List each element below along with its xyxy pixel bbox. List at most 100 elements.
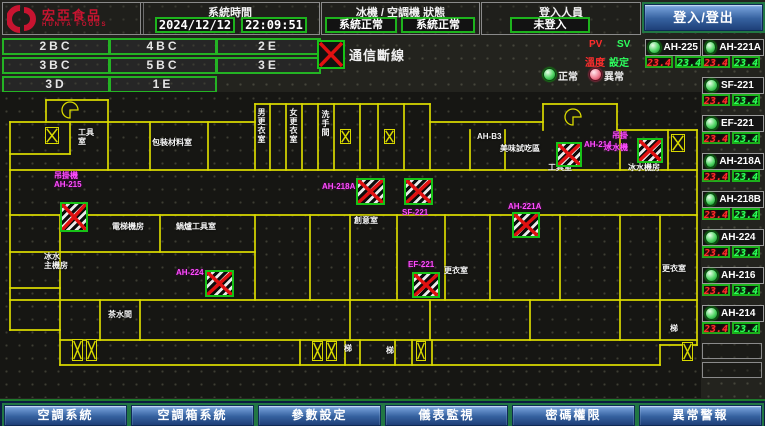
stair-icon [45, 127, 59, 144]
device-sv-value: 23.4 [732, 56, 760, 68]
normal-legend-led [543, 68, 556, 81]
floor-button-3d[interactable]: 3D [2, 76, 110, 93]
device-sv-value: 23.4 [732, 132, 760, 144]
room-label: 茶水間 [108, 310, 132, 319]
stair-icon [340, 129, 351, 144]
device-empty-slot [702, 343, 762, 359]
room-label: AH-B3 [477, 132, 501, 141]
device-name-label: AH-218B [719, 194, 761, 205]
comm-fail-equipment-icon[interactable] [60, 202, 88, 232]
room-label: 創意室 [354, 216, 378, 225]
device-ah-221a[interactable]: AH-221A [702, 39, 764, 56]
device-status-led [705, 231, 718, 244]
device-ah-225[interactable]: AH-225 [645, 39, 701, 56]
device-name-label: AH-221A [719, 42, 761, 53]
device-name-label: AH-218A [719, 156, 761, 167]
sv-header-label: SV [617, 39, 630, 50]
room-label: 鍋爐工具室 [176, 222, 216, 231]
chiller-ahu-status-panel: 冰機 / 空調機 狀態 系統正常 系統正常 [321, 2, 480, 35]
abnormal-legend-led [589, 68, 602, 81]
device-values: 23.423.4 [702, 132, 760, 144]
device-ah-218b[interactable]: AH-218B [702, 191, 764, 208]
equipment-label: AH-215 [54, 180, 82, 189]
floor-button-4bc[interactable]: 4BC [109, 38, 217, 55]
room-label: 梯 [344, 344, 352, 353]
hunya-logo-icon [7, 5, 37, 33]
floor-button-2bc[interactable]: 2BC [2, 38, 110, 55]
hmi-screen: 宏亞食品 HUNYA FOODS 系統時間 2024/12/12 22:09:5… [0, 0, 765, 426]
device-ah-218a[interactable]: AH-218A [702, 153, 764, 170]
abnormal-legend-label: 異常 [604, 68, 624, 83]
device-values: 23.423.4 [702, 208, 760, 220]
stair-icon [682, 342, 693, 361]
stairwell-icon [62, 102, 78, 118]
room-label: 冰水機房 [628, 163, 660, 172]
device-status-led [648, 41, 661, 54]
stair-icon [326, 341, 337, 361]
device-name-label: AH-216 [721, 270, 755, 281]
comm-fail-legend-icon [317, 40, 345, 69]
device-sv-value: 23.4 [732, 94, 760, 106]
nav-button-2[interactable]: 空調箱系統 [131, 405, 254, 426]
device-sf-221[interactable]: SF-221 [702, 77, 764, 94]
equipment-label: AH-218A [322, 182, 355, 191]
stair-icon [384, 129, 395, 144]
room-label: 梯 [386, 346, 394, 355]
floor-button-2e[interactable]: 2E [216, 38, 321, 55]
equipment-label: EF-221 [408, 260, 434, 269]
room-label: 冰水 主機房 [44, 252, 68, 270]
device-status-led [705, 193, 716, 206]
comm-fail-equipment-icon[interactable] [205, 270, 234, 297]
comm-fail-equipment-icon[interactable] [356, 178, 385, 205]
floor-button-5bc[interactable]: 5BC [109, 57, 217, 74]
floor-button-3e[interactable]: 3E [216, 57, 321, 74]
nav-button-6[interactable]: 異常警報 [639, 405, 762, 426]
room-label: 電梯機房 [112, 222, 144, 231]
device-status-led [705, 117, 718, 130]
comm-fail-equipment-icon[interactable] [404, 178, 433, 205]
nav-button-1[interactable]: 空調系統 [4, 405, 127, 426]
device-sv-value: 23.4 [675, 56, 703, 68]
device-ah-214[interactable]: AH-214 [702, 305, 764, 322]
device-sv-value: 23.4 [732, 208, 760, 220]
nav-button-5[interactable]: 密碼權限 [512, 405, 635, 426]
login-status-value: 未登入 [510, 17, 590, 33]
device-sv-value: 23.4 [732, 284, 760, 296]
comm-fail-equipment-icon[interactable] [512, 212, 540, 238]
device-status-led [705, 269, 718, 282]
floor-button-3bc[interactable]: 3BC [2, 57, 110, 74]
ahu-status-value: 系統正常 [401, 17, 475, 33]
logo-panel: 宏亞食品 HUNYA FOODS [2, 2, 144, 35]
room-label: 工具 室 [78, 128, 94, 146]
comm-fail-equipment-icon[interactable] [637, 138, 663, 163]
sv-name-label: 設定 [609, 54, 629, 69]
device-empty-slot [702, 362, 762, 378]
device-name-label: SF-221 [721, 80, 754, 91]
system-time-value: 22:09:51 [241, 17, 307, 33]
room-label: 更衣室 [444, 266, 468, 275]
comm-fail-equipment-icon[interactable] [412, 272, 440, 298]
device-name-label: EF-221 [721, 118, 754, 129]
comm-fail-equipment-icon[interactable] [556, 142, 582, 167]
stair-icon [312, 341, 323, 361]
logo-subtitle: HUNYA FOODS [42, 22, 108, 28]
nav-button-3[interactable]: 參數設定 [258, 405, 381, 426]
device-ah-224[interactable]: AH-224 [702, 229, 764, 246]
device-values: 23.423.4 [702, 56, 760, 68]
device-name-label: AH-225 [664, 42, 698, 53]
device-ef-221[interactable]: EF-221 [702, 115, 764, 132]
device-sv-value: 23.4 [732, 322, 760, 334]
device-pv-value: 23.4 [702, 246, 730, 258]
device-name-label: AH-224 [721, 232, 755, 243]
device-pv-value: 23.4 [645, 56, 673, 68]
stair-icon [671, 134, 685, 152]
nav-button-4[interactable]: 儀表監視 [385, 405, 508, 426]
floor-button-1e[interactable]: 1E [109, 76, 217, 93]
device-ah-216[interactable]: AH-216 [702, 267, 764, 284]
equipment-label: 冰水機 [604, 142, 628, 153]
system-date-value: 2024/12/12 [155, 17, 235, 33]
bottom-nav-bar: 空調系統空調箱系統參數設定儀表監視密碼權限異常警報 [0, 399, 765, 426]
device-pv-value: 23.4 [702, 94, 730, 106]
login-logout-button[interactable]: 登入/登出 [644, 4, 763, 31]
room-label: 梯 [670, 324, 678, 333]
